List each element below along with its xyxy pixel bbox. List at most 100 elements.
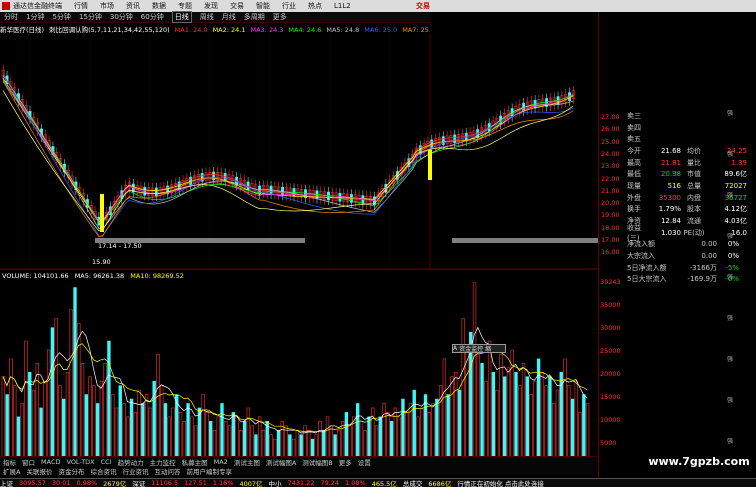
period-tab[interactable]: 15分钟 [79,12,102,22]
volume-bar [525,376,529,458]
watermark: www.7gpzb.com [648,455,750,468]
app-logo-icon [2,2,10,10]
ma-item: MA2: 24.1 [212,26,246,34]
candle [453,134,457,144]
indicator-tab[interactable]: CCI [101,458,112,466]
sub-tab[interactable]: 行业资讯 [122,466,148,476]
menu-item[interactable]: 资讯 [126,1,140,11]
popup-monitor[interactable]: 资金监控 [459,344,483,353]
quote-label2: 均价 [687,146,701,155]
low-annotation: 15.90 [92,258,111,266]
period-tab[interactable]: 月线 [222,12,236,22]
status-item: 深证 [132,480,146,487]
quote-label: 外盘 [627,193,641,202]
volume-chart[interactable]: 2022年2022/07/11一 [0,282,598,475]
volume-tick: 25000 [600,347,621,355]
period-tab[interactable]: 多周期 [244,12,265,22]
price-tick: 20.00 [601,199,620,208]
indicator-tab[interactable]: 测试主图 [234,457,260,467]
menu-item[interactable]: 交易 [230,1,244,11]
quote-label: 现量 [627,181,641,190]
range-annotation: 17.14 - 17.50 [98,242,142,250]
candlestick-chart[interactable]: 17.14 - 17.50 15.90 [0,34,598,270]
quote-label2: PE(动) [683,228,705,237]
period-tab[interactable]: 分时 [4,12,18,22]
period-tab[interactable]: 日线 [171,11,192,23]
volume-bar [50,327,55,458]
period-tab[interactable]: 更多 [273,12,287,22]
ma-item: MA1: 24.0 [174,26,208,34]
indicator-tab[interactable]: MA2 [214,458,228,466]
quote-value: 21.81 [660,158,681,167]
price-tick: 27.00 [601,113,620,121]
menu-item[interactable]: 市场 [100,1,114,11]
quote-label2: 市值 [687,170,701,179]
quote-label2: 0.00 [701,252,717,261]
indicator-tab[interactable]: 更多 [339,457,352,467]
volume-bar [548,376,552,458]
quote-value: 12.84 [660,217,681,226]
indicator-tab[interactable]: 测试幅图A [266,457,296,467]
period-tab[interactable]: 30分钟 [110,12,133,22]
menu-item[interactable]: 智能 [256,1,270,11]
quote-label: 净流入额 [627,240,655,249]
sub-tab[interactable]: 互动问答 [154,466,180,476]
price-tick: 25.00 [601,137,620,146]
trade-brand[interactable]: 交易 [416,1,430,11]
sub-tab[interactable]: 扩展A [3,466,20,476]
indicator-tab[interactable]: 设置 [358,457,371,467]
menu-item[interactable]: 行情 [74,1,88,11]
quote-label: 今开 [627,146,641,155]
indicator-tab[interactable]: 测试幅图B [302,457,332,467]
strength-mark: 强 [727,356,734,363]
volume-bar [480,363,484,458]
volume-bar [378,416,382,458]
menu-item[interactable]: 发现 [204,1,218,11]
ma-item: MA7: 25.4 [402,26,430,34]
price-tick: 17.00 [601,236,620,244]
status-item: 1.08% [345,479,366,487]
volume-bar [84,394,88,458]
volume-bar [446,394,450,458]
period-tab[interactable]: 60分钟 [141,12,164,22]
price-tick: 24.00 [601,149,620,158]
status-item: 行情正在初始化 点击此处连接 [457,480,544,487]
quote-value: 1.79% [658,205,681,214]
strength-mark: 强 [727,315,734,322]
status-item: 0.98% [76,479,98,487]
menu-item[interactable]: 数据 [152,1,166,11]
status-item: 2679亿 [103,480,127,487]
period-tab[interactable]: 5分钟 [52,12,70,22]
period-tab[interactable]: 周线 [200,12,214,22]
volume-bar [401,398,405,458]
volume-bar [39,407,43,458]
popup-a[interactable]: A [453,345,457,352]
quote-label: 5日大宗流入 [627,275,667,284]
period-tab[interactable]: 1分钟 [26,12,44,22]
menu-item[interactable]: 热点 [308,1,322,11]
volume-label: VOLUME: 104101.66 [2,272,69,280]
price-tick: 16.00 [601,248,620,257]
ma-item: MA4: 24.6 [288,26,322,34]
popup-shrink[interactable]: 缩 [485,344,491,353]
volume-bar [457,389,462,458]
candle [338,192,342,202]
indicator-tab[interactable]: MACD [41,458,60,466]
volume-bar [220,403,224,458]
indicator-tab[interactable]: VOL-TDX [66,458,94,466]
strength-mark: 强 [727,233,734,240]
sub-tab[interactable]: 资金分布 [58,466,84,476]
status-item: 465.5亿 [371,480,397,487]
signal-bar [428,150,432,180]
volume-bar [356,403,360,458]
volume-ma10: MA10: 98269.52 [130,272,184,280]
menu-item[interactable]: 专题 [178,1,192,11]
menu-item[interactable]: L1L2 [334,2,351,10]
quote-label2: 总量 [687,181,701,190]
sub-tab[interactable]: 关联报价 [26,466,52,476]
menu-item[interactable]: 行业 [282,1,296,11]
mini-toolbar[interactable]: A 资金监控 缩 [452,344,506,353]
sub-tab[interactable]: 前用户编制专享 [186,466,232,476]
sub-tab[interactable]: 综合资讯 [90,466,116,476]
volume-tick: 35000 [600,301,621,309]
